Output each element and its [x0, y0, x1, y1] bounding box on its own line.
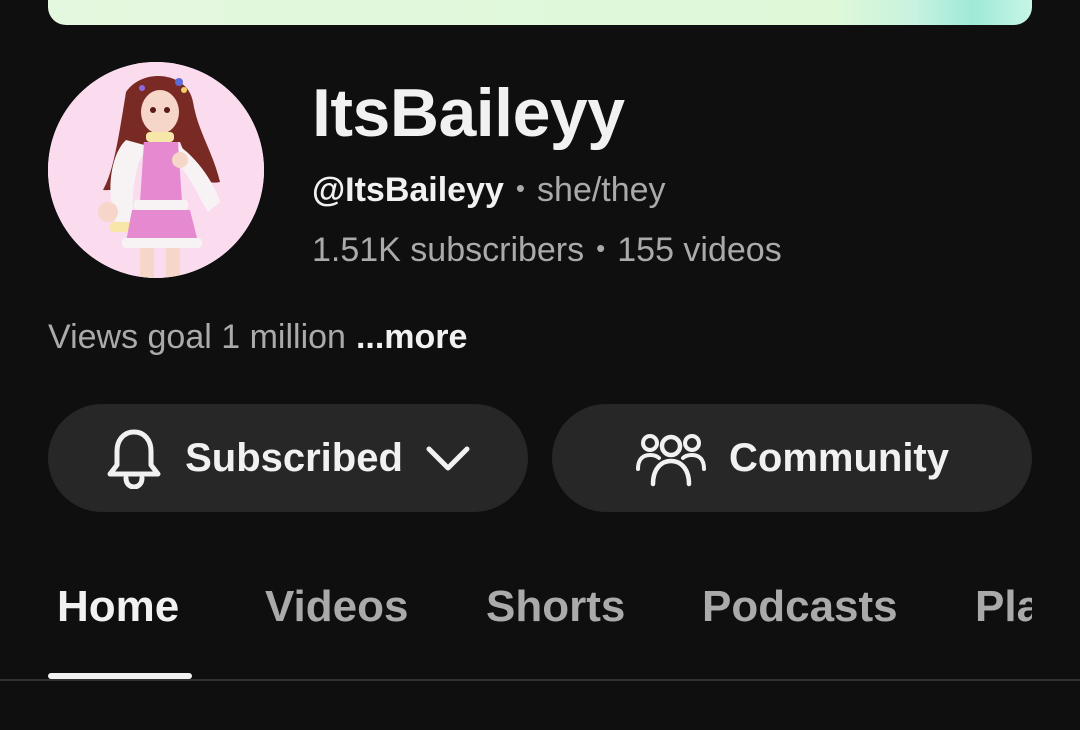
separator-dot: • [596, 233, 606, 263]
tab-playlists[interactable]: Pla [975, 582, 1032, 632]
tab-videos[interactable]: Videos [265, 582, 408, 632]
more-link[interactable]: ...more [356, 318, 467, 356]
tabs-divider [0, 679, 1080, 681]
tab-shorts[interactable]: Shorts [486, 582, 625, 632]
channel-name: ItsBaileyy [312, 75, 625, 151]
community-button[interactable]: Community [552, 404, 1032, 512]
channel-page: ItsBaileyy @ItsBaileyy • she/they 1.51K su… [0, 0, 1080, 730]
channel-description[interactable]: Views goal 1 million ...more [48, 318, 467, 357]
people-group-icon [635, 429, 707, 487]
tab-home[interactable]: Home [57, 582, 179, 632]
video-count: 155 videos [617, 231, 782, 269]
separator-dot: • [515, 173, 526, 203]
subscriber-count: 1.51K subscribers [312, 231, 585, 269]
tab-podcasts[interactable]: Podcasts [702, 582, 898, 632]
subscribed-label: Subscribed [185, 435, 403, 480]
channel-pronouns: she/they [537, 171, 666, 209]
bell-icon [105, 427, 163, 489]
description-text: Views goal 1 million [48, 318, 346, 356]
community-label: Community [729, 435, 949, 480]
channel-avatar[interactable] [48, 62, 264, 278]
channel-tabs: Home Videos Shorts Podcasts Pla [0, 560, 1032, 680]
channel-handle[interactable]: @ItsBaileyy [312, 171, 504, 209]
channel-banner[interactable] [48, 0, 1032, 25]
avatar-illustration [48, 62, 264, 278]
subscribed-button[interactable]: Subscribed [48, 404, 528, 512]
channel-meta: @ItsBaileyy • she/they [312, 171, 666, 210]
chevron-down-icon [425, 443, 471, 473]
channel-stats: 1.51K subscribers • 155 videos [312, 231, 782, 270]
